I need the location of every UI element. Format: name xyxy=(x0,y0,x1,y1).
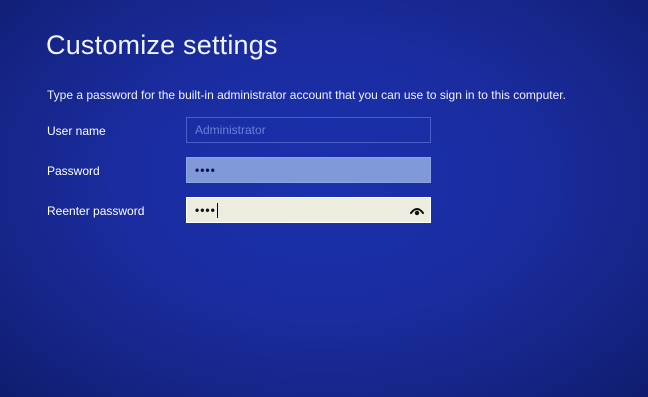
reenter-password-field[interactable]: •••• xyxy=(186,197,431,223)
reenter-password-masked-value: •••• xyxy=(195,203,216,217)
username-field[interactable] xyxy=(186,117,431,143)
username-label: User name xyxy=(47,124,106,138)
password-row: Password •••• xyxy=(47,157,437,185)
password-masked-value: •••• xyxy=(195,163,216,177)
reveal-password-button[interactable] xyxy=(409,203,425,219)
username-row: User name xyxy=(47,117,437,145)
reenter-password-row: Reenter password •••• xyxy=(47,197,437,225)
password-label: Password xyxy=(47,164,100,178)
password-field[interactable]: •••• xyxy=(186,157,431,183)
reenter-password-label: Reenter password xyxy=(47,204,145,218)
text-caret xyxy=(216,202,218,218)
eye-icon xyxy=(410,208,424,216)
instruction-text: Type a password for the built-in adminis… xyxy=(47,88,566,102)
page-title: Customize settings xyxy=(46,30,278,60)
